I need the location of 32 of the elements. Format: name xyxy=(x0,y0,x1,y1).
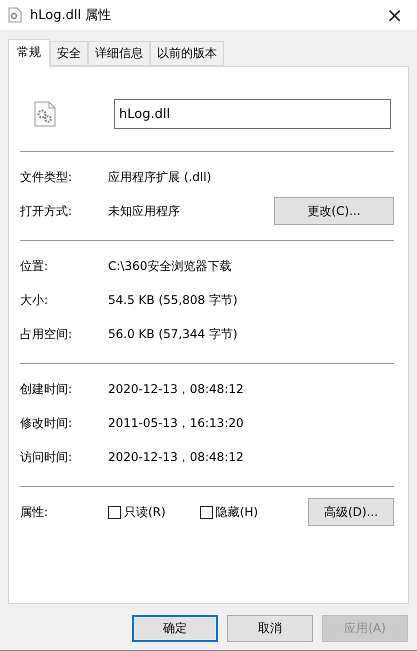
field-label: 大小: xyxy=(20,292,50,308)
field-label: 位置: xyxy=(20,258,50,274)
change-button[interactable]: 更改(C)... xyxy=(274,197,394,225)
field-label: 修改时间: xyxy=(20,414,74,432)
field-label: 访问时间: xyxy=(20,448,74,466)
field-value: 未知应用程序 xyxy=(108,202,181,220)
field-value: 2020-12-13，08:48:12 xyxy=(108,380,245,398)
field-label: 文件类型: xyxy=(20,168,74,186)
advanced-button[interactable]: 高级(D)... xyxy=(308,498,394,526)
field-label: 占用空间: xyxy=(20,326,74,342)
dialog-button[interactable]: 取消 xyxy=(227,615,313,642)
field-value: 56.0 KB (57,344 字节) xyxy=(108,326,239,342)
tab[interactable]: 以前的版本 xyxy=(150,41,224,66)
field-value: 2011-05-13，16:13:20 xyxy=(108,414,245,432)
tab[interactable]: 常规 xyxy=(8,39,50,67)
window-title: hLog.dll 属性 xyxy=(30,7,112,24)
file-name-field[interactable]: hLog.dll xyxy=(114,99,391,129)
checkbox[interactable] xyxy=(200,506,213,518)
checkbox-label: 隐藏(H) xyxy=(216,504,258,520)
field-value: C:\360安全浏览器下载 xyxy=(108,258,232,274)
checkbox[interactable] xyxy=(108,506,121,518)
field-label: 打开方式: xyxy=(20,202,74,220)
close-button[interactable]: × xyxy=(380,3,409,27)
field-value: 应用程序扩展 (.dll) xyxy=(108,168,212,186)
dialog-button[interactable]: 确定 xyxy=(132,615,218,642)
field-label: 属性: xyxy=(20,504,50,520)
tab[interactable]: 安全 xyxy=(50,41,88,66)
field-value: 2020-12-13，08:48:12 xyxy=(108,448,245,466)
tab[interactable]: 详细信息 xyxy=(88,41,150,66)
checkbox-label: 只读(R) xyxy=(124,504,166,520)
field-value: 54.5 KB (55,808 字节) xyxy=(108,292,239,308)
field-label: 创建时间: xyxy=(20,380,74,398)
